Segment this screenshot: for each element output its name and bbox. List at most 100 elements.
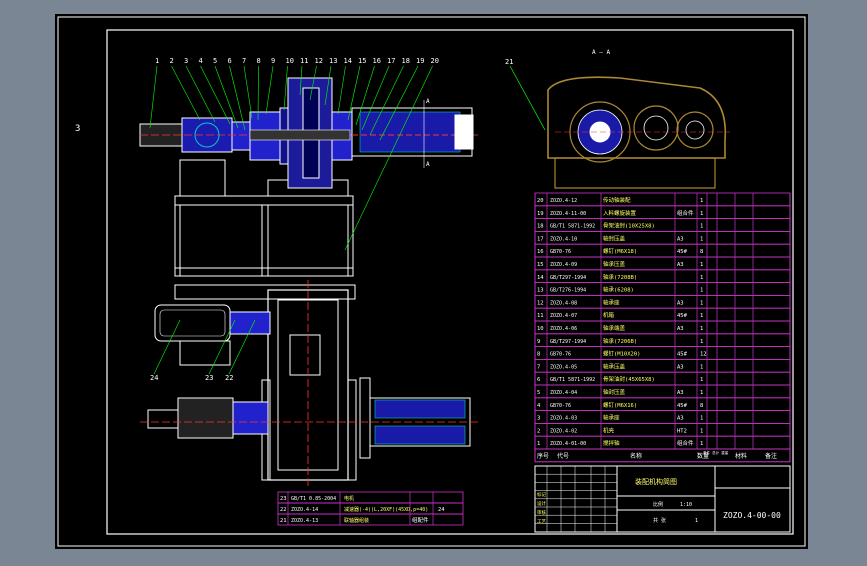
bom-no: 8: [537, 352, 540, 358]
cad-drawing-canvas[interactable]: 3 A A 1 2 3 4 5 6 7 8 9 10 11 12 13 14 1…: [0, 0, 867, 562]
bom-name: 螺钉(M6X18): [603, 247, 637, 255]
bom-mat: 45#: [677, 352, 688, 358]
balloon-11: 11: [300, 57, 308, 65]
bom-name: 入料螺旋装置: [603, 209, 637, 217]
bom-code: ZOZO.4-08: [550, 300, 577, 306]
bom-qty: 1: [700, 288, 703, 294]
bom-code: ZOZO.4-07: [550, 313, 577, 319]
bom-no: 17: [537, 236, 544, 242]
balloon-20: 20: [431, 57, 439, 65]
cad-viewport[interactable]: 3 A A 1 2 3 4 5 6 7 8 9 10 11 12 13 14 1…: [0, 0, 867, 562]
bom-mat: A3: [677, 416, 684, 422]
bom-no: 1: [537, 441, 540, 447]
balloon-5: 5: [213, 57, 217, 65]
svg-text:A: A: [426, 98, 430, 105]
bom-qty: 1: [700, 300, 703, 306]
bom-qty: 1: [700, 364, 703, 370]
bom-mat: 组合件: [677, 209, 694, 217]
svg-text:GB/T1 0.85-2004: GB/T1 0.85-2004: [291, 496, 336, 502]
bom-qty: 1: [700, 428, 703, 434]
bom-qty: 1: [700, 198, 703, 204]
bom-name: 螺钉(M10X20): [603, 350, 641, 358]
bom-header-cell: 序号: [537, 452, 549, 460]
svg-text:组配件: 组配件: [412, 516, 429, 524]
bom-no: 3: [537, 416, 540, 422]
bom-no: 16: [537, 249, 544, 255]
balloon-7: 7: [242, 57, 246, 65]
bom-header-cell: 名称: [630, 452, 642, 460]
svg-text:1:10: 1:10: [680, 502, 692, 508]
svg-text:1: 1: [695, 518, 698, 524]
svg-text:标记: 标记: [537, 491, 546, 498]
bom-header-note: 单件 总计 重量: [703, 450, 729, 455]
bom-no: 20: [537, 198, 544, 204]
drawing-number: ZOZO.4-00-00: [723, 511, 781, 520]
svg-text:联轴器组装: 联轴器组装: [344, 517, 369, 524]
svg-text:21: 21: [280, 518, 287, 524]
bom-qty: 1: [700, 390, 703, 396]
bom-mat: A3: [677, 364, 684, 370]
bom-code: GB70-76: [550, 403, 571, 409]
bom-qty: 1: [700, 211, 703, 217]
bom-qty: 1: [700, 416, 703, 422]
balloon-18: 18: [402, 57, 410, 65]
svg-text:审核: 审核: [537, 509, 546, 516]
bom-mat: 45#: [677, 403, 688, 409]
svg-text:电机: 电机: [344, 495, 354, 502]
bom-no: 11: [537, 313, 544, 319]
bom-name: 传动轴装配: [603, 196, 631, 204]
bom-qty: 1: [700, 224, 703, 230]
bom-qty: 1: [700, 326, 703, 332]
svg-text:ZOZO.4-14: ZOZO.4-14: [291, 507, 318, 513]
balloon-6: 6: [228, 57, 232, 65]
bom-mat: A3: [677, 300, 684, 306]
svg-text:22: 22: [280, 507, 287, 513]
bom-code: ZOZO.4-12: [550, 198, 577, 204]
svg-text:24: 24: [438, 507, 445, 513]
bom-name: 轴承座: [603, 298, 620, 306]
bom-qty: 1: [700, 262, 703, 268]
bom-code: ZOZO.4-09: [550, 262, 577, 268]
svg-text:23: 23: [280, 496, 287, 502]
bom-no: 18: [537, 224, 544, 230]
bom-no: 5: [537, 390, 540, 396]
bom-name: 机箱: [603, 311, 615, 319]
bom-code: GB70-76: [550, 249, 571, 255]
bom-mat: 组合件: [677, 439, 694, 447]
balloon-21: 21: [505, 58, 513, 66]
bom-mat: A3: [677, 236, 684, 242]
bom-no: 12: [537, 300, 544, 306]
bom-code: GB70-76: [550, 352, 571, 358]
bom-code: GB/T276-1994: [550, 288, 586, 294]
bom-code: ZOZO.4-10: [550, 236, 577, 242]
balloon-15: 15: [358, 57, 366, 65]
balloon-3: 3: [184, 57, 188, 65]
bom-no: 2: [537, 428, 540, 434]
bom-name: 轴承压盖: [603, 362, 626, 370]
bom-header-cell: 代号: [557, 452, 569, 460]
bom-mat: A3: [677, 262, 684, 268]
balloon-2: 2: [170, 57, 174, 65]
bom-mat: HT2: [677, 428, 687, 434]
drawing-title: 装配机构简图: [635, 477, 677, 486]
side-mark: 3: [75, 124, 80, 134]
bom-no: 14: [537, 275, 544, 281]
bom-name: 轴承(7208B): [603, 273, 637, 281]
svg-text:ZOZO.4-13: ZOZO.4-13: [291, 518, 318, 524]
bom-code: ZOZO.4-06: [550, 326, 577, 332]
balloon-13: 13: [329, 57, 337, 65]
bom-code: GB/T1 5871-1992: [550, 377, 595, 383]
svg-text:共 张: 共 张: [653, 517, 666, 524]
bom-mat: A3: [677, 326, 684, 332]
balloon-16: 16: [373, 57, 381, 65]
bom-code: ZOZO.4-04: [550, 390, 577, 396]
balloon-14: 14: [344, 57, 352, 65]
balloon-23: 23: [205, 374, 213, 382]
bom-qty: 1: [700, 313, 703, 319]
bom-mat: 45#: [677, 313, 688, 319]
bom-code: ZOZO.4-01-00: [550, 441, 586, 447]
bom-mat: A3: [677, 390, 684, 396]
balloon-24: 24: [150, 374, 158, 382]
bom-no: 15: [537, 262, 544, 268]
bom-name: 螺钉(M6X16): [603, 401, 637, 409]
